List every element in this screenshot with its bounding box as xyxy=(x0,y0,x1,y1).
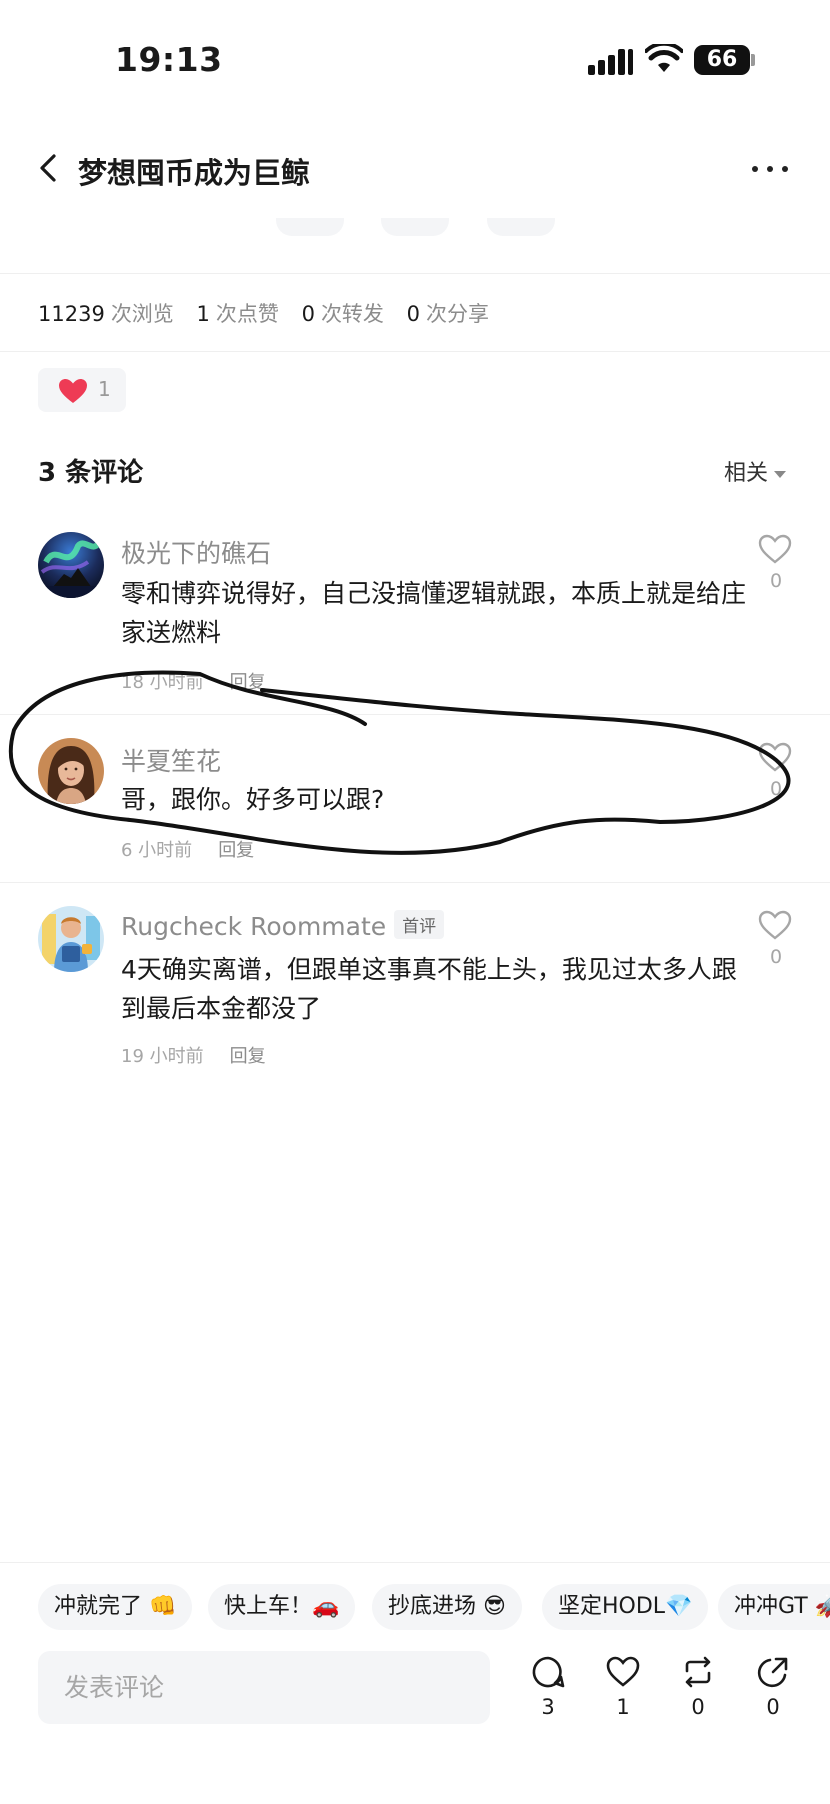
back-arrow-icon[interactable] xyxy=(32,148,68,188)
heart-outline-icon[interactable] xyxy=(758,534,792,564)
comments-count-heading: 3 条评论 xyxy=(38,458,144,488)
comment-text: 4天确实离谱，但跟单这事真不能上头，我见过太多人跟到最后本金都没了 xyxy=(121,955,737,1023)
post-stats: 11239 次浏览 1 次点赞 0 次转发 0 次分享 xyxy=(38,298,505,328)
quick-reply-chip[interactable]: 抄底进场 😎 xyxy=(372,1584,522,1630)
divider xyxy=(0,273,830,274)
reply-button[interactable]: 回复 xyxy=(218,840,254,861)
first-comment-badge: 首评 xyxy=(394,910,445,939)
battery-indicator: 66 xyxy=(694,45,750,75)
comment-like-count: 0 xyxy=(770,946,783,968)
comment-action-button[interactable]: 3 xyxy=(523,1655,573,1735)
divider xyxy=(0,714,830,715)
wifi-icon xyxy=(645,44,683,72)
reaction-count: 1 xyxy=(98,377,111,401)
comment-input[interactable]: 发表评论 xyxy=(38,1651,490,1724)
quick-reply-row: 冲就完了 👊 快上车！🚗 抄底进场 😎 坚定HODL💎 冲冲GT 🚀 xyxy=(0,1584,830,1630)
comment-author[interactable]: Rugcheck Roommate 首评 xyxy=(121,910,445,941)
comment-author[interactable]: 半夏笙花 xyxy=(121,742,221,778)
sort-label: 相关 xyxy=(724,461,769,486)
status-bar: 19:13 66 xyxy=(0,0,830,120)
like-action-count: 1 xyxy=(616,1695,630,1719)
divider xyxy=(0,351,830,352)
reaction-chip[interactable]: 1 xyxy=(38,368,126,412)
repost-action-button[interactable]: 0 xyxy=(673,1655,723,1735)
share-action-button[interactable]: 0 xyxy=(748,1655,798,1735)
repost-action-count: 0 xyxy=(691,1695,705,1719)
stat-shares-label: 次分享 xyxy=(426,302,489,326)
heart-outline-icon[interactable] xyxy=(758,742,792,772)
cellular-signal-icon xyxy=(588,47,638,75)
heart-outline-icon[interactable] xyxy=(758,910,792,940)
stat-reposts-label: 次转发 xyxy=(320,302,384,326)
quick-reply-chip[interactable]: 冲冲GT 🚀 xyxy=(718,1584,830,1630)
comment-meta: 19 小时前 回复 xyxy=(121,1042,266,1068)
like-action-button[interactable]: 1 xyxy=(598,1655,648,1735)
more-options-icon[interactable] xyxy=(748,154,792,184)
comment-like-count: 0 xyxy=(770,778,783,800)
battery-cap xyxy=(751,54,755,66)
quick-reply-chip[interactable]: 冲就完了 👊 xyxy=(38,1584,193,1630)
stat-views-value: 11239 xyxy=(38,302,105,326)
heart-outline-icon xyxy=(606,1656,640,1687)
stat-views-label: 次浏览 xyxy=(110,302,174,326)
share-action-count: 0 xyxy=(766,1695,780,1719)
comment-like-count: 0 xyxy=(770,570,783,592)
comment-time: 18 小时前 xyxy=(121,672,204,693)
divider xyxy=(0,1562,830,1563)
stat-shares-value: 0 xyxy=(406,302,420,326)
comment-text: 零和博弈说得好，自己没搞懂逻辑就跟，本质上就是给庄家送燃料 xyxy=(121,579,747,647)
status-time: 19:13 xyxy=(115,40,223,79)
comment-author[interactable]: 极光下的礁石 xyxy=(121,534,271,570)
comment-bubble-icon xyxy=(532,1656,565,1688)
avatar[interactable] xyxy=(38,532,104,598)
reply-button[interactable]: 回复 xyxy=(230,672,266,693)
comment-meta: 18 小时前 回复 xyxy=(121,668,266,694)
stat-likes-label: 次点赞 xyxy=(215,302,279,326)
caret-down-icon xyxy=(774,470,787,478)
topic-pills-partial xyxy=(0,218,830,236)
comment-time: 19 小时前 xyxy=(121,1046,204,1067)
comment-action-count: 3 xyxy=(541,1695,555,1719)
stat-likes-value: 1 xyxy=(196,302,210,326)
quick-reply-chip[interactable]: 坚定HODL💎 xyxy=(542,1584,709,1630)
repost-icon xyxy=(685,1656,711,1688)
comment-meta: 6 小时前 回复 xyxy=(121,836,254,862)
comment-author-name: Rugcheck Roommate xyxy=(121,912,387,941)
divider xyxy=(0,882,830,883)
comment-text: 哥，跟你。好多可以跟? xyxy=(121,785,385,814)
avatar[interactable] xyxy=(38,738,104,804)
comment-time: 6 小时前 xyxy=(121,840,193,861)
sort-dropdown[interactable]: 相关 xyxy=(724,455,787,487)
quick-reply-chip[interactable]: 快上车！🚗 xyxy=(208,1584,356,1630)
reply-button[interactable]: 回复 xyxy=(230,1046,266,1067)
page-title: 梦想囤币成为巨鲸 xyxy=(78,156,311,190)
stat-reposts-value: 0 xyxy=(301,302,315,326)
top-nav: 梦想囤币成为巨鲸 xyxy=(0,140,830,200)
avatar[interactable] xyxy=(38,906,104,972)
heart-filled-icon xyxy=(59,379,87,403)
share-icon xyxy=(757,1657,788,1688)
